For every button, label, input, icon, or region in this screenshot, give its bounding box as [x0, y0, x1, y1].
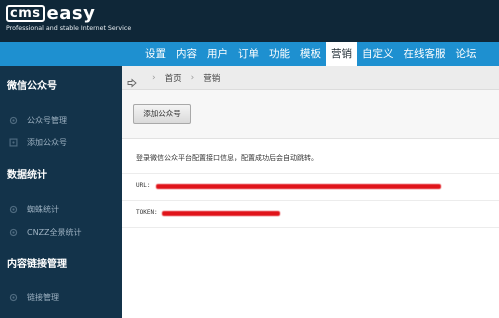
gear-icon	[9, 228, 18, 237]
nav-item-custom[interactable]: 自定义	[357, 42, 399, 66]
sidebar-section-link-management: 内容链接管理	[7, 259, 67, 270]
redacted-url-value	[156, 184, 441, 189]
token-label: TOKEN:	[136, 209, 158, 216]
gear-icon	[9, 137, 18, 147]
breadcrumb-home[interactable]: 首页	[165, 72, 182, 84]
sidebar-item-label: CNZZ全景统计	[27, 227, 82, 237]
sidebar: 微信公众号 公众号管理 添加公众号 数据统计 蜘蛛统计 CNZZ全景统计 内容链…	[0, 66, 122, 318]
sidebar-item-link-management[interactable]: 链接管理	[0, 288, 122, 306]
divider	[122, 200, 499, 201]
nav-item-content[interactable]: 内容	[171, 42, 202, 66]
divider	[122, 227, 499, 228]
logo-word: easy	[46, 3, 96, 24]
nav-item-marketing[interactable]: 营销	[326, 42, 357, 66]
nav-item-settings[interactable]: 设置	[140, 42, 171, 66]
nav-item-online-service[interactable]: 在线客服	[399, 42, 451, 66]
app-header: cms easy Professional and stable Interne…	[0, 0, 499, 42]
breadcrumb-current: 营销	[203, 73, 221, 84]
main-nav-bar: 设置 内容 用户 订单 功能 模板 营销 自定义 在线客服 论坛	[0, 42, 499, 66]
nav-item-users[interactable]: 用户	[202, 42, 233, 66]
sidebar-item-spider-stats[interactable]: 蜘蛛统计	[0, 200, 122, 218]
sidebar-item-label: 公众号管理	[27, 115, 67, 125]
breadcrumb: › 首页 › 营销	[122, 66, 499, 90]
sidebar-section-wechat: 微信公众号	[7, 81, 57, 92]
sidebar-item-label: 链接管理	[27, 292, 59, 302]
gear-icon	[9, 205, 18, 214]
sidebar-section-statistics: 数据统计	[7, 170, 47, 181]
nav-item-orders[interactable]: 订单	[233, 42, 264, 66]
chevron-right-icon: ›	[152, 72, 156, 83]
redacted-token-value	[162, 211, 280, 216]
sidebar-item-label: 蜘蛛统计	[27, 204, 59, 214]
logo-tagline: Professional and stable Internet Service	[6, 25, 132, 32]
chevron-right-icon: ›	[190, 72, 195, 83]
cmseasy-logo[interactable]: cms easy Professional and stable Interne…	[6, 5, 156, 35]
logo-wordmark: cms easy	[6, 3, 96, 24]
config-instructions: 登录微信公众平台配置接口信息，配置成功后会自动跳转。	[136, 154, 318, 162]
sidebar-item-add-account[interactable]: 添加公众号	[0, 133, 122, 151]
sidebar-item-label: 添加公众号	[27, 137, 67, 147]
divider	[122, 173, 499, 174]
add-account-button[interactable]: 添加公众号	[133, 104, 191, 124]
gear-icon	[9, 293, 18, 302]
sidebar-item-cnzz-stats[interactable]: CNZZ全景统计	[0, 223, 122, 241]
sidebar-item-account-management[interactable]: 公众号管理	[0, 111, 122, 129]
arrow-right-icon	[127, 73, 137, 87]
config-panel: 登录微信公众平台配置接口信息，配置成功后会自动跳转。 URL: TOKEN:	[122, 138, 499, 318]
main-content: › 首页 › 营销 添加公众号 登录微信公众平台配置接口信息，配置成功后会自动跳…	[122, 66, 499, 318]
nav-item-functions[interactable]: 功能	[264, 42, 295, 66]
nav-item-templates[interactable]: 模板	[295, 42, 326, 66]
url-label: URL:	[136, 182, 151, 189]
gear-icon	[9, 116, 18, 125]
nav-item-forum[interactable]: 论坛	[451, 42, 482, 66]
main-nav: 设置 内容 用户 订单 功能 模板 营销 自定义 在线客服 论坛	[140, 42, 482, 66]
logo-box-text: cms	[6, 5, 45, 22]
